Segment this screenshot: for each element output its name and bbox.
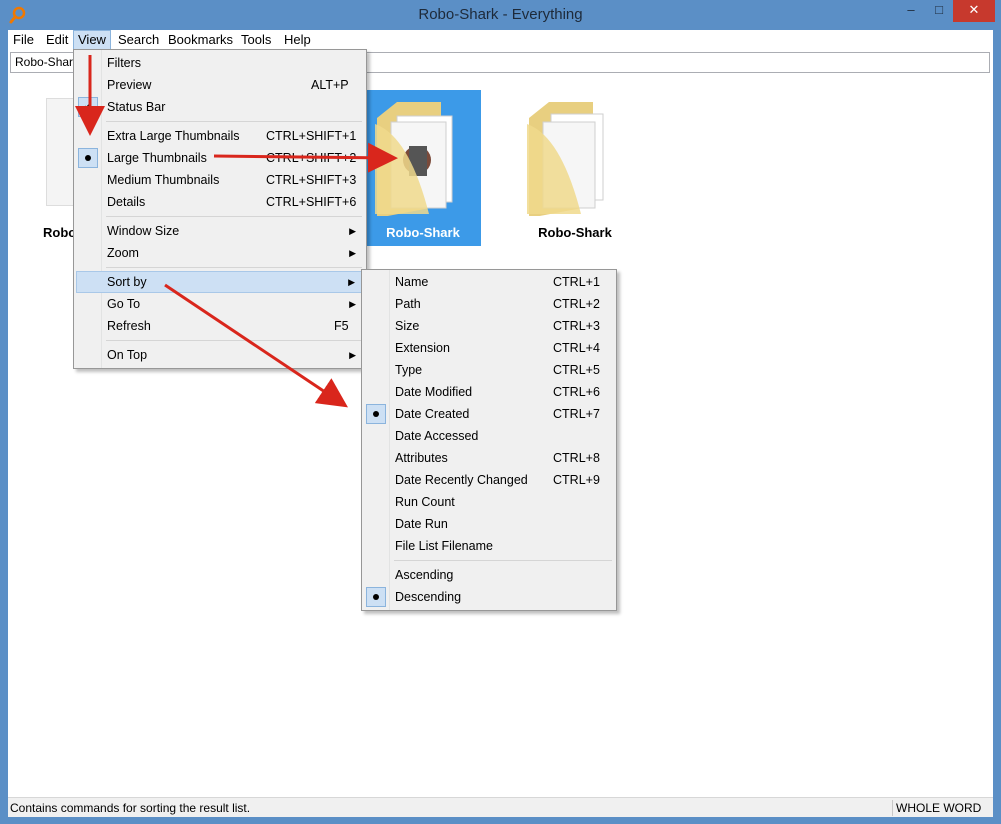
menu-item-large-thumbnails[interactable]: Large Thumbnails CTRL+SHIFT+2: [76, 147, 364, 169]
status-bar: Contains commands for sorting the result…: [8, 797, 993, 817]
title-bar: Robo-Shark - Everything – □ ✕: [0, 0, 1001, 30]
sort-item-size[interactable]: Size CTRL+3: [364, 315, 614, 337]
radio-dot-icon: [78, 148, 98, 168]
folder-icon: [369, 96, 479, 219]
sort-item-date-modified[interactable]: Date Modified CTRL+6: [364, 381, 614, 403]
sort-item-date-run[interactable]: Date Run: [364, 513, 614, 535]
sort-item-extension[interactable]: Extension CTRL+4: [364, 337, 614, 359]
menu-file[interactable]: File: [9, 30, 38, 50]
result-label: Robo-Shark: [538, 225, 612, 240]
menu-help[interactable]: Help: [280, 30, 315, 50]
sort-item-name[interactable]: Name CTRL+1: [364, 271, 614, 293]
window-title: Robo-Shark - Everything: [418, 6, 583, 23]
menu-item-filters[interactable]: Filters: [76, 52, 364, 74]
sort-item-path[interactable]: Path CTRL+2: [364, 293, 614, 315]
menu-item-sort-by[interactable]: Sort by ▶: [76, 271, 364, 293]
menu-bookmarks[interactable]: Bookmarks: [164, 30, 237, 50]
menu-edit[interactable]: Edit: [42, 30, 72, 50]
menu-item-extra-large-thumbnails[interactable]: Extra Large Thumbnails CTRL+SHIFT+1: [76, 125, 364, 147]
submenu-arrow-icon: ▶: [348, 277, 355, 287]
sort-item-date-recently-changed[interactable]: Date Recently Changed CTRL+9: [364, 469, 614, 491]
submenu-arrow-icon: ▶: [349, 350, 356, 360]
submenu-arrow-icon: ▶: [349, 248, 356, 258]
status-mode: WHOLE WORD: [896, 801, 982, 815]
sort-item-ascending[interactable]: Ascending: [364, 564, 614, 586]
menu-bar: File Edit View Search Bookmarks Tools He…: [8, 30, 993, 50]
sort-item-attributes[interactable]: Attributes CTRL+8: [364, 447, 614, 469]
sort-item-file-list-filename[interactable]: File List Filename: [364, 535, 614, 557]
checkmark-icon: ✔: [78, 97, 98, 117]
menu-view[interactable]: View: [73, 30, 111, 50]
close-icon[interactable]: ✕: [953, 0, 995, 22]
menu-separator: [106, 340, 362, 341]
menu-separator: [106, 267, 362, 268]
menu-item-refresh[interactable]: Refresh F5: [76, 315, 364, 337]
sort-item-descending[interactable]: Descending: [364, 586, 614, 608]
sort-item-date-created[interactable]: Date Created CTRL+7: [364, 403, 614, 425]
folder-icon: [521, 96, 631, 219]
status-divider: [892, 800, 893, 816]
menu-item-status-bar[interactable]: ✔ Status Bar: [76, 96, 364, 118]
result-item[interactable]: Robo-Shark: [517, 90, 633, 246]
menu-separator: [106, 216, 362, 217]
menu-item-details[interactable]: Details CTRL+SHIFT+6: [76, 191, 364, 213]
menu-tools[interactable]: Tools: [237, 30, 275, 50]
submenu-arrow-icon: ▶: [349, 226, 356, 236]
submenu-arrow-icon: ▶: [349, 299, 356, 309]
result-label: Robo-Shark: [386, 225, 460, 240]
menu-item-on-top[interactable]: On Top ▶: [76, 344, 364, 366]
view-menu: Filters Preview ALT+P ✔ Status Bar Extra…: [73, 49, 367, 369]
menu-item-medium-thumbnails[interactable]: Medium Thumbnails CTRL+SHIFT+3: [76, 169, 364, 191]
menu-separator: [394, 560, 612, 561]
menu-item-preview[interactable]: Preview ALT+P: [76, 74, 364, 96]
radio-dot-icon: [366, 404, 386, 424]
sort-item-date-accessed[interactable]: Date Accessed: [364, 425, 614, 447]
sort-item-type[interactable]: Type CTRL+5: [364, 359, 614, 381]
status-text: Contains commands for sorting the result…: [10, 801, 251, 815]
menu-search[interactable]: Search: [114, 30, 163, 50]
sort-by-submenu: Name CTRL+1 Path CTRL+2 Size CTRL+3 Extensi…: [361, 269, 617, 611]
radio-dot-icon: [366, 587, 386, 607]
menu-item-window-size[interactable]: Window Size ▶: [76, 220, 364, 242]
result-item-selected[interactable]: Robo-Shark: [365, 90, 481, 246]
menu-separator: [106, 121, 362, 122]
sort-item-run-count[interactable]: Run Count: [364, 491, 614, 513]
menu-item-zoom[interactable]: Zoom ▶: [76, 242, 364, 264]
minimize-icon[interactable]: –: [897, 0, 925, 22]
menu-item-go-to[interactable]: Go To ▶: [76, 293, 364, 315]
maximize-icon[interactable]: □: [925, 0, 953, 22]
